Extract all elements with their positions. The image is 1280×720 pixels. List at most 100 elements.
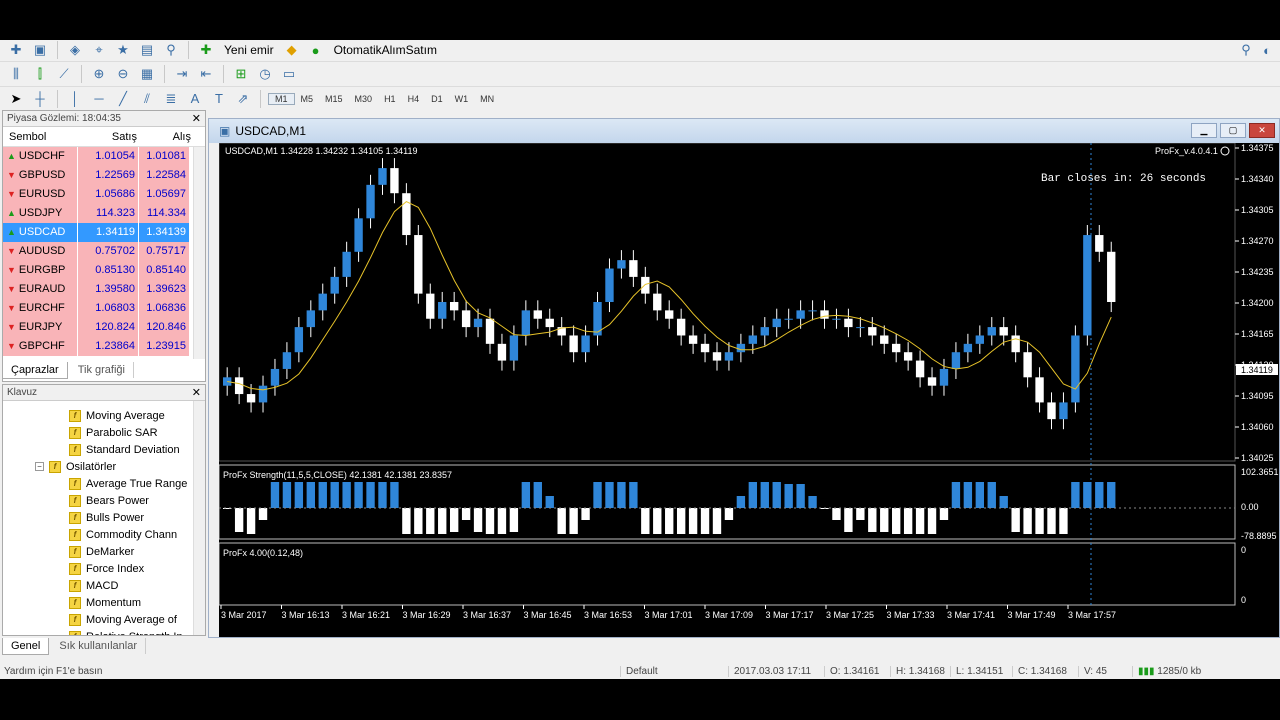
- bid-cell: 0.75702: [78, 241, 138, 261]
- symbol-cell: ▼ AUDUSD: [3, 241, 77, 261]
- market-watch-title-text: Piyasa Gözlemi: 18:04:35: [7, 113, 121, 124]
- collapse-icon[interactable]: −: [35, 462, 44, 471]
- community-icon[interactable]: ◐: [1260, 40, 1280, 60]
- timeframe-w1[interactable]: W1: [449, 94, 475, 104]
- market-watch-row[interactable]: ▲ USDCHF 1.01054 1.01081: [3, 146, 205, 166]
- navigator-icon[interactable]: ★: [113, 40, 133, 60]
- terminal-icon[interactable]: ▤: [137, 40, 157, 60]
- cursor-icon[interactable]: ➤: [6, 89, 26, 109]
- navigator-item[interactable]: f Standard Deviation: [3, 441, 205, 458]
- tester-icon[interactable]: ⚲: [161, 40, 181, 60]
- market-watch-row[interactable]: ▼ EURAUD 1.39580 1.39623: [3, 279, 205, 299]
- market-watch-row[interactable]: ▼ AUDUSD 0.75702 0.75717: [3, 241, 205, 261]
- tab-favorites[interactable]: Sık kullanılanlar: [51, 638, 147, 654]
- navigator-item[interactable]: f Moving Average of: [3, 611, 205, 628]
- line-chart-icon[interactable]: ⟋: [54, 64, 74, 84]
- new-chart-icon[interactable]: ✚: [6, 40, 26, 60]
- time-tick-label: 3 Mar 16:21: [342, 610, 390, 620]
- periods-icon[interactable]: ◷: [255, 64, 275, 84]
- search-icon[interactable]: ⚲: [1236, 40, 1256, 60]
- close-button[interactable]: ✕: [1249, 123, 1275, 138]
- candlestick-icon[interactable]: ⫿: [30, 64, 50, 84]
- timeframe-h1[interactable]: H1: [378, 94, 402, 104]
- navigator-item[interactable]: f Bears Power: [3, 492, 205, 509]
- horizontal-line-icon[interactable]: ─: [89, 89, 109, 109]
- market-watch-scrollbar[interactable]: [193, 147, 205, 359]
- trendline-icon[interactable]: ╱: [113, 89, 133, 109]
- candle-body: [1011, 335, 1020, 353]
- bid-column-header[interactable]: Satış: [81, 131, 141, 143]
- indicator1-bar: [868, 508, 877, 532]
- autotrading-button[interactable]: OtomatikAlımSatım: [330, 43, 441, 57]
- bar-chart-icon[interactable]: ⫼: [6, 64, 26, 84]
- symbol-name: USDCAD: [18, 225, 66, 238]
- navigator-item[interactable]: f Bulls Power: [3, 509, 205, 526]
- indicator-icon: f: [69, 562, 81, 575]
- navigator-item[interactable]: f MACD: [3, 577, 205, 594]
- navigator-folder[interactable]: − f Osilatörler: [3, 458, 205, 475]
- timeframe-m5[interactable]: M5: [295, 94, 320, 104]
- timeframe-mn[interactable]: MN: [474, 94, 500, 104]
- indicators-icon[interactable]: ⊞: [231, 64, 251, 84]
- market-watch-row[interactable]: ▼ EURUSD 1.05686 1.05697: [3, 184, 205, 204]
- minimize-button[interactable]: ▁: [1191, 123, 1217, 138]
- vertical-line-icon[interactable]: │: [65, 89, 85, 109]
- data-window-icon[interactable]: ⌖: [89, 40, 109, 60]
- zoom-out-icon[interactable]: ⊖: [113, 64, 133, 84]
- candle-body: [581, 335, 590, 353]
- navigator-item[interactable]: f Commodity Chann: [3, 526, 205, 543]
- navigator-item[interactable]: f Parabolic SAR: [3, 424, 205, 441]
- market-watch-row[interactable]: ▼ GBPUSD 1.22569 1.22584: [3, 165, 205, 185]
- indicator1-bar: [760, 482, 769, 508]
- fibonacci-icon[interactable]: ≣: [161, 89, 181, 109]
- candle-body: [246, 394, 256, 403]
- market-watch-tabs: Çaprazlar Tik grafiği: [2, 360, 134, 380]
- crosshair-icon[interactable]: ┼: [30, 89, 50, 109]
- tile-windows-icon[interactable]: ▦: [137, 64, 157, 84]
- price-chart-svg[interactable]: 1.34375 1.34340 1.34305 1.34270 1.34235 1.342…: [218, 142, 1279, 637]
- market-watch-icon[interactable]: ◈: [65, 40, 85, 60]
- close-icon[interactable]: ✕: [192, 386, 201, 399]
- text-label-icon[interactable]: T: [209, 89, 229, 109]
- timeframe-m1[interactable]: M1: [268, 92, 295, 105]
- chart-area[interactable]: 1.34375 1.34340 1.34305 1.34270 1.34235 1.342…: [218, 142, 1279, 637]
- market-watch-row[interactable]: ▼ EURGBP 0.85130 0.85140: [3, 260, 205, 280]
- new-order-button[interactable]: Yeni emir: [220, 43, 278, 57]
- close-icon[interactable]: ✕: [192, 112, 201, 125]
- symbol-column-header[interactable]: Sembol: [3, 131, 81, 143]
- tab-general[interactable]: Genel: [2, 637, 50, 655]
- indicator1-bar: [951, 482, 961, 508]
- timeframe-m30[interactable]: M30: [349, 94, 379, 104]
- channel-icon[interactable]: ⫽: [137, 89, 157, 109]
- tab-crosses[interactable]: Çaprazlar: [2, 361, 68, 379]
- navigator-scrollbar[interactable]: [193, 401, 205, 635]
- timeframe-h4[interactable]: H4: [402, 94, 426, 104]
- market-watch-row[interactable]: ▲ USDCAD 1.34119 1.34139: [3, 222, 205, 242]
- chart-shift-icon[interactable]: ⇤: [196, 64, 216, 84]
- market-watch-row[interactable]: ▲ USDJPY 114.323 114.334: [3, 203, 205, 223]
- indicator1-bar: [354, 482, 363, 508]
- navigator-item[interactable]: f Force Index: [3, 560, 205, 577]
- timeframe-m15[interactable]: M15: [319, 94, 349, 104]
- autoscroll-icon[interactable]: ⇥: [172, 64, 192, 84]
- zoom-in-icon[interactable]: ⊕: [89, 64, 109, 84]
- market-watch-row[interactable]: ▼ EURJPY 120.824 120.846: [3, 317, 205, 337]
- maximize-button[interactable]: ▢: [1220, 123, 1246, 138]
- market-watch-row[interactable]: ▼ GBPCHF 1.23864 1.23915: [3, 336, 205, 356]
- ask-column-header[interactable]: Alış: [141, 131, 195, 143]
- arrows-icon[interactable]: ⇗: [233, 89, 253, 109]
- price-tick-label: 1.34340: [1241, 174, 1274, 184]
- metaeditor-icon[interactable]: ◆: [282, 40, 302, 60]
- navigator-item[interactable]: f Moving Average: [3, 407, 205, 424]
- templates-icon[interactable]: ▭: [279, 64, 299, 84]
- navigator-item[interactable]: fRelative Strength In: [3, 628, 205, 635]
- tab-tick-chart[interactable]: Tik grafiği: [70, 362, 134, 378]
- navigator-item[interactable]: f Momentum: [3, 594, 205, 611]
- indicator1-bar: [593, 482, 602, 508]
- market-watch-row[interactable]: ▼ EURCHF 1.06803 1.06836: [3, 298, 205, 318]
- profiles-icon[interactable]: ▣: [30, 40, 50, 60]
- navigator-item[interactable]: f Average True Range: [3, 475, 205, 492]
- text-icon[interactable]: A: [185, 89, 205, 109]
- navigator-item[interactable]: f DeMarker: [3, 543, 205, 560]
- timeframe-d1[interactable]: D1: [425, 94, 449, 104]
